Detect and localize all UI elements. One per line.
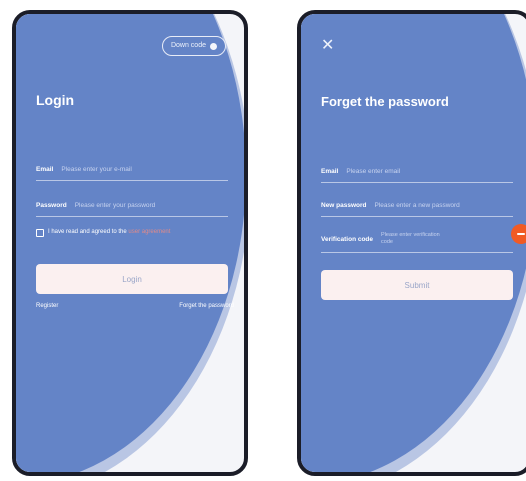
forgot-password-screen: ✕ Forget the password Email Please enter… [297,10,526,476]
register-link[interactable]: Register [36,303,58,309]
page-title: Forget the password [321,94,449,109]
email-field[interactable]: Email Please enter email [321,160,513,183]
agreement-checkbox[interactable] [36,229,44,237]
password-input[interactable]: Please enter your password [75,202,156,209]
forgot-content: ✕ Forget the password Email Please enter… [301,14,526,472]
login-button[interactable]: Login [36,264,228,294]
email-label: Email [36,165,54,173]
email-field[interactable]: Email Please enter your e-mail [36,158,228,181]
page-title: Login [36,92,75,108]
minus-icon [517,233,525,235]
send-code-button[interactable] [511,224,526,244]
agreement-text: I have read and agreed to the user agree… [48,228,170,237]
password-label: Password [36,201,67,209]
verification-code-field[interactable]: Verification code Please enter verificat… [321,226,513,253]
password-field[interactable]: Password Please enter your password [36,194,228,217]
new-password-input[interactable]: Please enter a new password [375,202,460,209]
verification-code-input[interactable]: Please enter verification code [381,232,441,246]
email-input[interactable]: Please enter email [346,168,400,175]
agreement-prefix: I have read and agreed to the [48,229,127,235]
download-code-button[interactable]: Down code [161,36,226,56]
user-agreement-link[interactable]: user agreement [128,229,170,235]
new-password-field[interactable]: New password Please enter a new password [321,194,513,217]
login-screen: Down code Login Email Please enter your … [12,10,248,476]
email-label: Email [321,167,339,175]
close-icon[interactable]: ✕ [321,38,334,54]
toggle-dot-icon [210,42,217,50]
download-code-label: Down code [170,42,206,49]
agreement-row: I have read and agreed to the user agree… [36,228,196,237]
email-input[interactable]: Please enter your e-mail [61,166,131,173]
forgot-password-link[interactable]: Forget the password [179,303,234,309]
login-content: Down code Login Email Please enter your … [16,14,244,472]
bottom-links: Register Forget the password [36,303,234,309]
verification-code-label: Verification code [321,235,374,243]
new-password-label: New password [321,201,367,209]
submit-button[interactable]: Submit [321,270,513,300]
